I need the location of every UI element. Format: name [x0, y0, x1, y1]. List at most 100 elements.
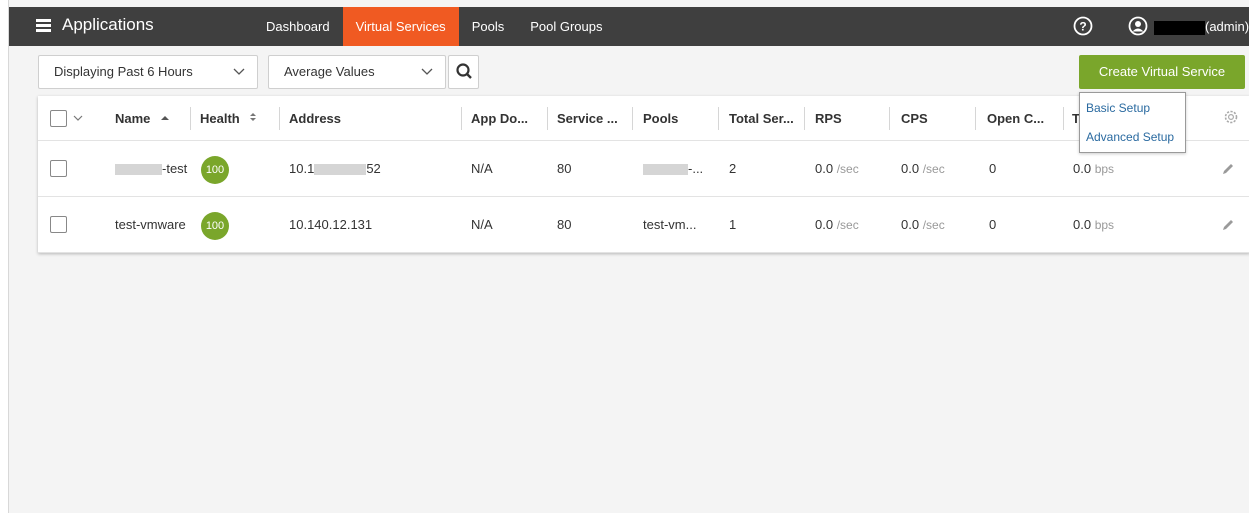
vs-address: 10.1 52	[289, 141, 381, 196]
column-health-label: Health	[200, 111, 240, 126]
redacted-text	[643, 164, 688, 176]
health-badge[interactable]: 100	[201, 156, 229, 184]
column-divider	[718, 107, 719, 130]
top-nav-bar: Applications Dashboard Virtual Services …	[9, 7, 1249, 46]
column-address[interactable]: Address	[289, 96, 341, 141]
column-name[interactable]: Name	[115, 96, 170, 141]
column-cps[interactable]: CPS	[901, 96, 928, 141]
time-range-select[interactable]: Displaying Past 6 Hours	[38, 55, 258, 89]
time-range-value: Displaying Past 6 Hours	[54, 64, 193, 79]
column-app-domain[interactable]: App Do...	[471, 96, 528, 141]
value-mode-value: Average Values	[284, 64, 375, 79]
edit-icon[interactable]	[1221, 162, 1235, 176]
column-divider	[461, 107, 462, 130]
vs-app-domain: N/A	[471, 217, 493, 232]
cps-value: 0.0	[901, 217, 920, 232]
vs-cps: 0.0 /sec	[901, 197, 945, 252]
value-mode-select[interactable]: Average Values	[268, 55, 446, 89]
user-role: (admin)	[1205, 19, 1249, 34]
vs-pools[interactable]: test-vm...	[643, 197, 696, 252]
svg-text:?: ?	[1079, 20, 1086, 34]
nav-pool-groups[interactable]: Pool Groups	[517, 7, 615, 46]
throughput-unit: bps	[1094, 162, 1115, 176]
vs-service-port: 80	[557, 217, 572, 232]
redacted-text	[115, 164, 162, 176]
column-divider	[190, 107, 191, 130]
create-menu-dropdown: Basic Setup Advanced Setup	[1079, 92, 1186, 153]
search-icon	[456, 63, 472, 79]
column-divider	[547, 107, 548, 130]
app-frame: Applications Dashboard Virtual Services …	[8, 0, 1249, 513]
redacted-text	[314, 164, 367, 176]
cps-unit: /sec	[922, 162, 945, 176]
column-pools[interactable]: Pools	[643, 96, 678, 141]
chevron-down-icon[interactable]	[73, 114, 83, 122]
column-divider	[804, 107, 805, 130]
vs-service-port: 80	[557, 161, 572, 176]
column-health[interactable]: Health	[200, 96, 258, 141]
chevron-down-icon	[421, 56, 433, 100]
main-nav: Dashboard Virtual Services Pools Pool Gr…	[253, 7, 615, 46]
rps-value: 0.0	[815, 217, 834, 232]
sort-asc-icon	[161, 116, 170, 120]
vs-name-suffix: -test	[162, 161, 188, 176]
column-divider	[889, 107, 890, 130]
row-checkbox[interactable]	[50, 216, 67, 233]
vs-cps: 0.0 /sec	[901, 141, 945, 196]
health-badge[interactable]: 100	[201, 212, 229, 240]
rps-unit: /sec	[836, 218, 859, 232]
column-service[interactable]: Service ...	[557, 96, 618, 141]
vs-throughput: 0.0 bps	[1073, 197, 1114, 252]
edit-icon[interactable]	[1221, 218, 1235, 232]
app-title: Applications	[62, 15, 154, 34]
cps-value: 0.0	[901, 161, 920, 176]
gear-icon[interactable]	[1223, 109, 1239, 125]
address-suffix: 52	[366, 161, 381, 176]
vs-rps: 0.0 /sec	[815, 197, 859, 252]
vs-name[interactable]: test-vmware	[115, 197, 203, 252]
column-divider	[975, 107, 976, 130]
address-prefix: 10.1	[289, 161, 315, 176]
vs-open-conns: 0	[989, 217, 997, 232]
nav-dashboard[interactable]: Dashboard	[253, 7, 343, 46]
vs-pools[interactable]: -...	[643, 141, 703, 196]
vs-rps: 0.0 /sec	[815, 141, 859, 196]
virtual-services-table: Name Health Address App Do... Service ..…	[38, 96, 1249, 253]
column-divider	[632, 107, 633, 130]
user-icon[interactable]	[1128, 16, 1148, 36]
username-redacted	[1154, 21, 1205, 35]
chevron-down-icon	[233, 56, 245, 100]
select-all-checkbox[interactable]	[50, 110, 67, 127]
column-rps[interactable]: RPS	[815, 96, 842, 141]
column-total-servers[interactable]: Total Ser...	[729, 96, 794, 141]
menu-item-advanced-setup[interactable]: Advanced Setup	[1086, 130, 1174, 144]
vs-address: 10.140.12.131	[289, 217, 373, 232]
throughput-value: 0.0	[1073, 161, 1092, 176]
vs-app-domain: N/A	[471, 161, 493, 176]
table-row[interactable]: -test 100 10.1 52 N/A 80 -... 2 0.0 /sec …	[38, 141, 1249, 197]
nav-pools[interactable]: Pools	[459, 7, 518, 46]
row-checkbox[interactable]	[50, 160, 67, 177]
menu-item-basic-setup[interactable]: Basic Setup	[1086, 101, 1150, 115]
column-open-conns[interactable]: Open C...	[987, 96, 1044, 141]
throughput-value: 0.0	[1073, 217, 1092, 232]
rps-unit: /sec	[836, 162, 859, 176]
throughput-unit: bps	[1094, 218, 1115, 232]
sort-icon	[250, 113, 257, 121]
column-name-label: Name	[115, 111, 151, 126]
vs-total-servers: 1	[729, 217, 737, 232]
nav-virtual-services[interactable]: Virtual Services	[342, 7, 459, 46]
vs-total-servers: 2	[729, 161, 737, 176]
vs-name[interactable]: -test	[115, 141, 203, 196]
rps-value: 0.0	[815, 161, 834, 176]
help-icon[interactable]: ?	[1073, 16, 1093, 36]
table-header: Name Health Address App Do... Service ..…	[38, 96, 1249, 141]
search-button[interactable]	[448, 55, 479, 89]
vs-open-conns: 0	[989, 161, 997, 176]
create-virtual-service-button[interactable]: Create Virtual Service	[1079, 55, 1245, 89]
cps-unit: /sec	[922, 218, 945, 232]
pools-suffix: -...	[688, 161, 704, 176]
column-divider	[1063, 107, 1064, 130]
hamburger-icon[interactable]	[36, 19, 51, 32]
table-row[interactable]: test-vmware 100 10.140.12.131 N/A 80 tes…	[38, 197, 1249, 253]
